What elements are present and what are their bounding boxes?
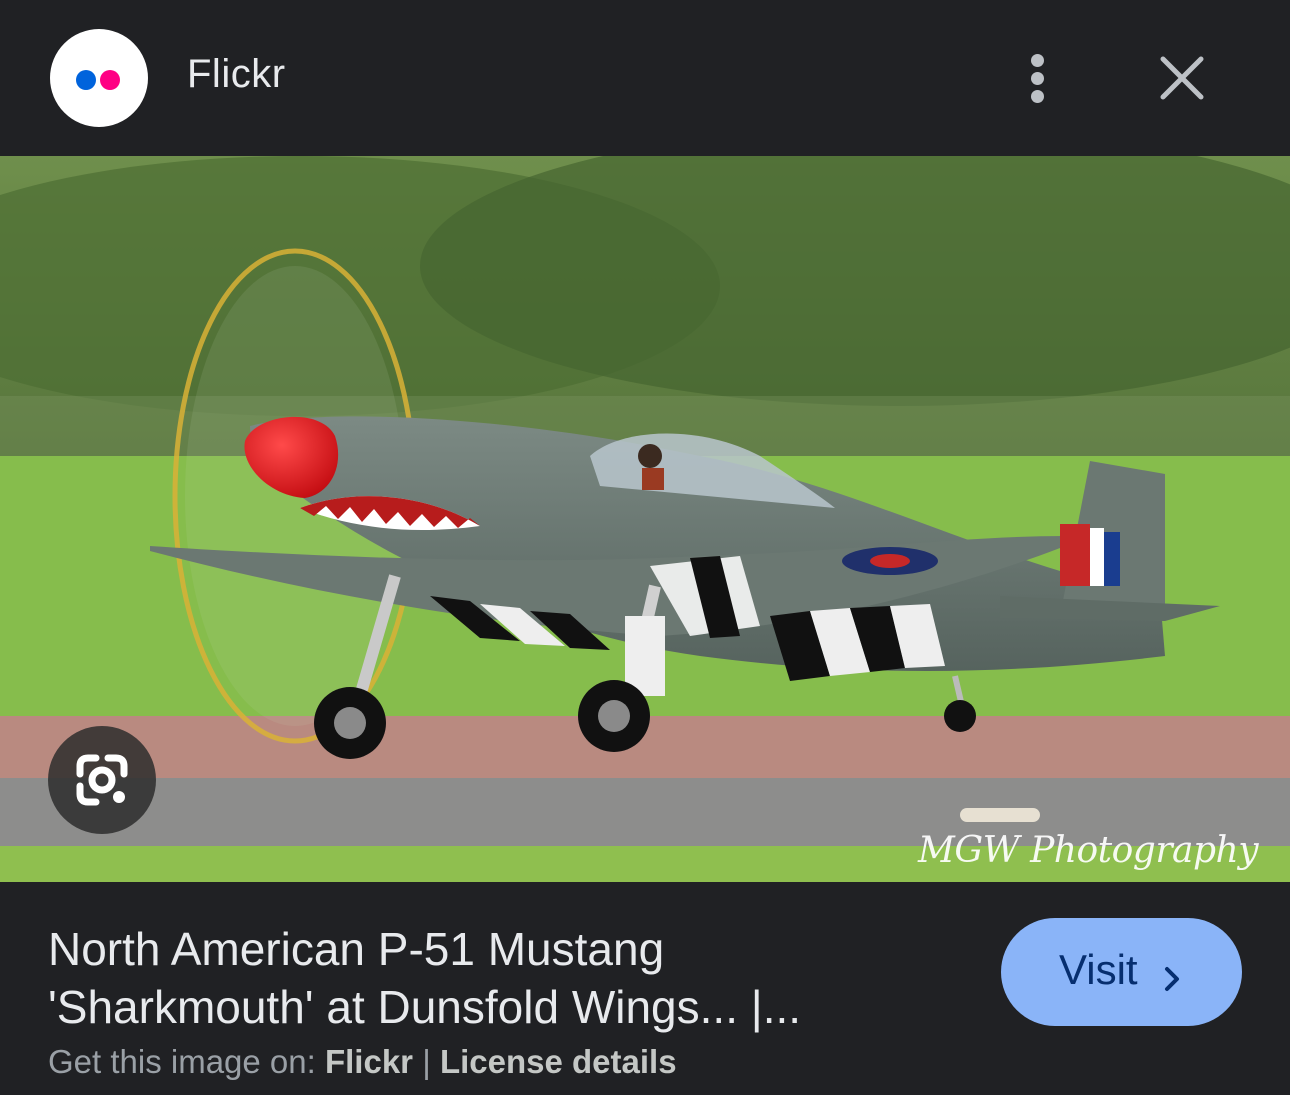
visit-button[interactable]: Visit bbox=[1001, 918, 1242, 1026]
google-lens-icon[interactable] bbox=[48, 726, 156, 834]
photo-watermark: MGW Photography bbox=[918, 830, 1259, 871]
photo-preview[interactable]: MGW Photography bbox=[0, 156, 1290, 882]
source-line: Get this image on: Flickr | License deta… bbox=[48, 1043, 677, 1081]
logo-pink-dot bbox=[100, 70, 120, 90]
flickr-logo-icon[interactable] bbox=[50, 29, 148, 127]
result-title-line2: 'Sharkmouth' at Dunsfold Wings... |... bbox=[48, 981, 802, 1033]
source-separator: | bbox=[413, 1043, 440, 1080]
close-icon[interactable] bbox=[1152, 48, 1212, 108]
result-title[interactable]: North American P-51 Mustang 'Sharkmouth'… bbox=[48, 920, 948, 1036]
source-link[interactable]: Flickr bbox=[325, 1043, 413, 1080]
chevron-right-icon bbox=[1159, 956, 1185, 991]
aircraft-photo bbox=[0, 156, 1290, 882]
license-details-link[interactable]: License details bbox=[440, 1043, 677, 1080]
logo-blue-dot bbox=[76, 70, 96, 90]
site-name[interactable]: Flickr bbox=[187, 52, 286, 97]
more-vert-icon[interactable] bbox=[1016, 48, 1060, 108]
viewer-header: Flickr bbox=[0, 0, 1290, 156]
source-prefix: Get this image on: bbox=[48, 1043, 325, 1080]
visit-label: Visit bbox=[1059, 946, 1138, 993]
result-title-line1: North American P-51 Mustang bbox=[48, 923, 665, 975]
